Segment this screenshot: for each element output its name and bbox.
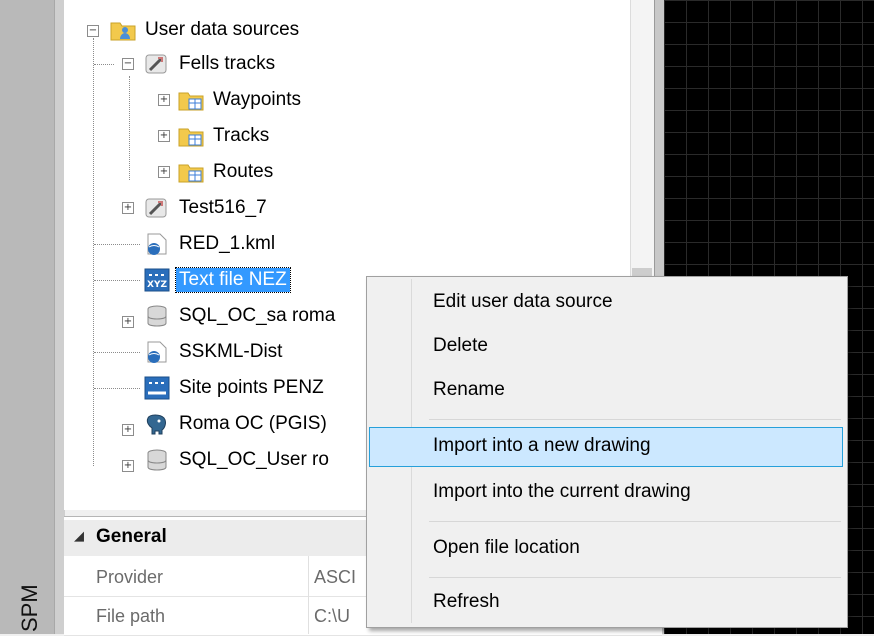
tree-item-sql-oc-user-ro[interactable]: SQL_OC_User ro	[144, 446, 332, 474]
menu-item-label: Open file location	[433, 537, 580, 558]
folder-table-icon	[178, 160, 204, 184]
context-menu: Edit user data source Delete Rename Impo…	[366, 276, 848, 628]
kml-file-icon	[144, 232, 170, 256]
tree-connector	[93, 38, 94, 466]
menu-item-rename[interactable]: Rename	[369, 371, 843, 411]
expander-expand[interactable]: +	[158, 130, 170, 142]
tree-item-label: RED_1.kml	[179, 233, 276, 254]
menu-item-label: Rename	[433, 379, 505, 400]
xyz-file-icon: XYZ	[144, 268, 170, 292]
postgres-elephant-icon	[144, 412, 170, 436]
tree-connector	[94, 64, 114, 65]
menu-item-label: Refresh	[433, 591, 500, 612]
menu-item-label: Delete	[433, 335, 488, 356]
tree-item-label: Routes	[213, 161, 274, 182]
expander-expand[interactable]: +	[122, 424, 134, 436]
tree-item-label: Roma OC (PGIS)	[179, 413, 327, 434]
property-name: File path	[96, 606, 166, 626]
folder-table-icon	[178, 88, 204, 112]
tree-item-label: Test516_7	[179, 197, 267, 218]
tree-item-label: SQL_OC_sa roma	[179, 305, 336, 326]
tree-item-test516-7[interactable]: Test516_7	[144, 194, 270, 222]
tree-item-label: Site points PENZ	[179, 377, 324, 398]
tree-connector	[94, 352, 140, 353]
property-name: Provider	[96, 567, 164, 587]
xyz-icon-text: XYZ	[147, 280, 167, 290]
property-column-divider	[308, 556, 309, 634]
menu-item-refresh[interactable]: Refresh	[369, 583, 843, 623]
menu-item-import-current-drawing[interactable]: Import into the current drawing	[369, 473, 843, 513]
tree-item-label: User data sources	[145, 19, 300, 40]
tree-item-red-1-kml[interactable]: RED_1.kml	[144, 230, 278, 258]
spm-tab-label[interactable]: SPM	[10, 584, 50, 632]
menu-separator	[429, 521, 841, 522]
menu-item-label: Import into the current drawing	[433, 481, 691, 502]
tree-item-sql-oc-sa-roma[interactable]: SQL_OC_sa roma	[144, 302, 338, 330]
tree-item-label: SSKML-Dist	[179, 341, 283, 362]
expander-expand[interactable]: +	[158, 94, 170, 106]
tree-item-sskml-dist[interactable]: SSKML-Dist	[144, 338, 285, 366]
menu-item-label: Import into a new drawing	[433, 435, 651, 456]
menu-item-label: Edit user data source	[433, 291, 613, 312]
data-source-tool-icon	[144, 52, 170, 76]
menu-item-import-new-drawing[interactable]: Import into a new drawing	[369, 427, 843, 467]
menu-item-edit-user-data-source[interactable]: Edit user data source	[369, 283, 843, 323]
expander-collapse[interactable]: −	[122, 58, 134, 70]
menu-separator	[429, 577, 841, 578]
tree-item-label: Waypoints	[213, 89, 301, 110]
expander-expand[interactable]: +	[122, 202, 134, 214]
menu-separator	[429, 419, 841, 420]
tree-item-label: SQL_OC_User ro	[179, 449, 329, 470]
expander-expand[interactable]: +	[158, 166, 170, 178]
menu-item-open-file-location[interactable]: Open file location	[369, 529, 843, 569]
kml-file-icon	[144, 340, 170, 364]
section-title: General	[96, 526, 167, 547]
folder-users-icon	[110, 18, 136, 42]
xyz-file-icon	[144, 376, 170, 400]
tree-item-label: Fells tracks	[179, 53, 276, 74]
tree-item-text-file-nez[interactable]: XYZ Text file NEZ	[144, 266, 291, 294]
tree-item-waypoints[interactable]: Waypoints	[178, 86, 304, 114]
tree-item-roma-oc-pgis[interactable]: Roma OC (PGIS)	[144, 410, 330, 438]
database-icon	[144, 304, 170, 328]
tree-connector	[94, 388, 140, 389]
tree-item-tracks[interactable]: Tracks	[178, 122, 272, 150]
tree-item-site-points-penz[interactable]: Site points PENZ	[144, 374, 327, 402]
collapse-triangle-icon[interactable]: ◢	[74, 528, 84, 544]
database-icon	[144, 448, 170, 472]
tree-connector	[94, 244, 140, 245]
expander-expand[interactable]: +	[122, 316, 134, 328]
data-source-tool-icon	[144, 196, 170, 220]
expander-expand[interactable]: +	[122, 460, 134, 472]
menu-item-delete[interactable]: Delete	[369, 327, 843, 367]
tree-item-label: Tracks	[213, 125, 270, 146]
property-value: C:\U	[314, 606, 350, 626]
property-value: ASCI	[314, 567, 357, 587]
tree-item-label: Text file NEZ	[175, 267, 291, 293]
tree-item-user-data-sources[interactable]: User data sources	[110, 16, 302, 44]
folder-table-icon	[178, 124, 204, 148]
tree-connector	[129, 76, 130, 180]
expander-collapse[interactable]: −	[87, 25, 99, 37]
tree-connector	[94, 280, 140, 281]
tree-item-routes[interactable]: Routes	[178, 158, 276, 186]
tree-item-fells-tracks[interactable]: Fells tracks	[144, 50, 278, 78]
